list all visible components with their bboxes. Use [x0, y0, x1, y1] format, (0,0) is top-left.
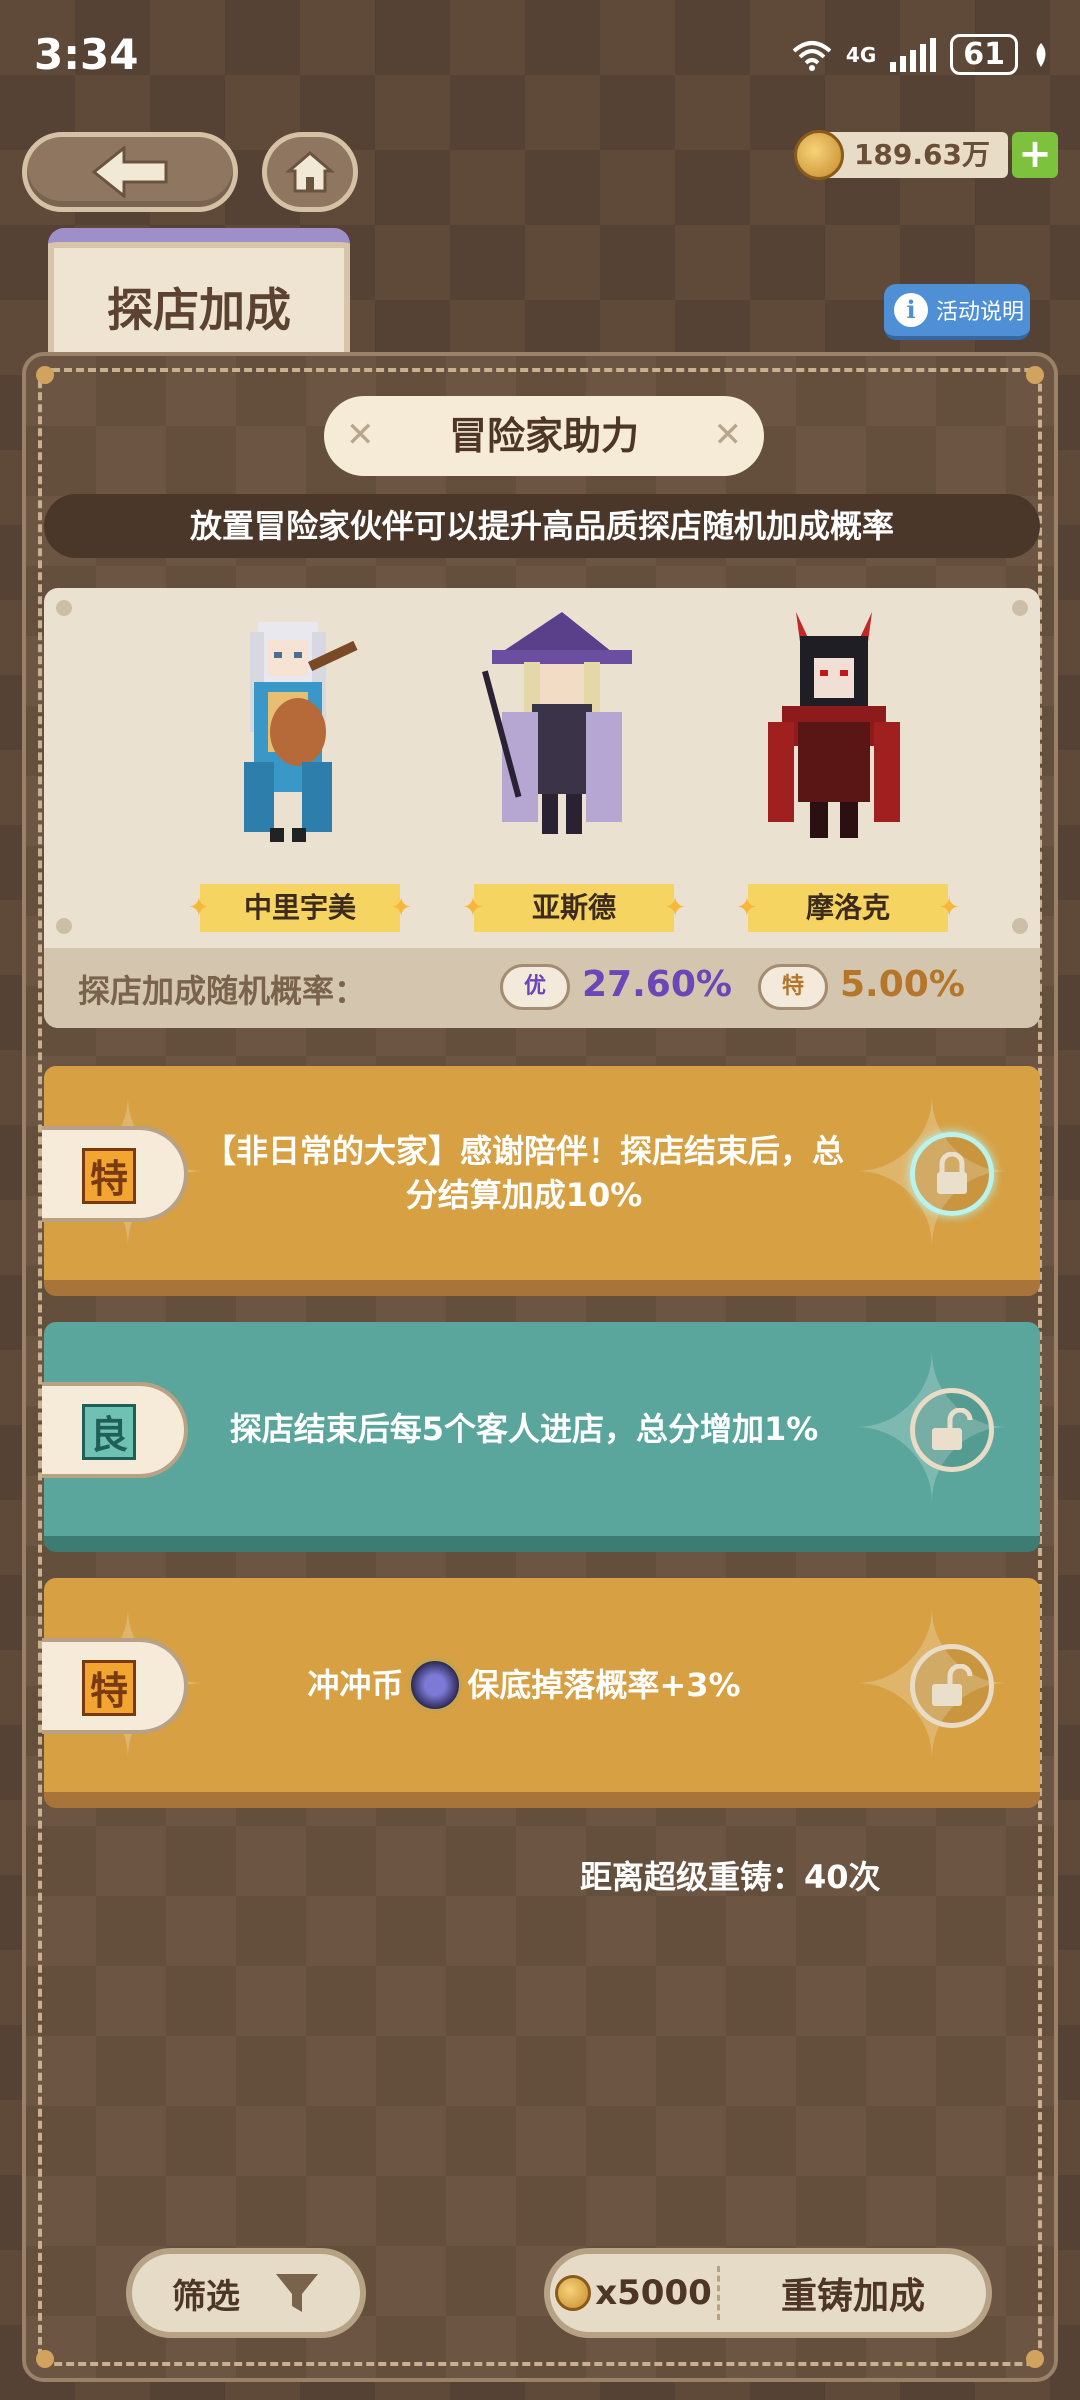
reforge-cost: x5000	[550, 2265, 720, 2321]
star-decoration-left-icon: ✕	[346, 415, 375, 455]
bonus-card: ✦ 良 探店结束后每5个客人进店，总分增加1%	[42, 1322, 1040, 1552]
corner-rivet	[1026, 2350, 1044, 2368]
section-title: 冒险家助力 ✕ ✕	[324, 396, 764, 476]
grade-special-icon: 特	[82, 1148, 136, 1204]
grade-badge-excellent: 优	[500, 964, 570, 1010]
reforge-label: 重铸加成	[780, 2276, 925, 2317]
home-icon	[285, 151, 335, 193]
status-bar: 3:34 4G 61	[0, 0, 1080, 110]
adventurer-name: 亚斯德	[462, 884, 686, 932]
section-title-text: 冒险家助力	[448, 414, 639, 458]
network-type: 4G	[845, 42, 877, 67]
probability-value-excellent: 27.60%	[582, 964, 732, 1005]
reforge-button[interactable]: x5000 重铸加成	[544, 2248, 992, 2338]
gold-coin-icon	[793, 130, 844, 180]
bonus-text-after: 保底掉落概率+3%	[467, 1666, 741, 1704]
probability-label: 探店加成随机概率：	[78, 972, 367, 1010]
back-arrow-icon	[91, 146, 168, 198]
wifi-icon	[792, 40, 832, 71]
status-time: 3:34	[34, 30, 139, 79]
grade-tag: 特	[42, 1126, 188, 1222]
lock-open-icon	[932, 1408, 973, 1450]
super-reforge-counter: 距离超级重铸：40次	[580, 1858, 881, 1896]
add-currency-button[interactable]: +	[1012, 132, 1058, 178]
adventurer-name: 摩洛克	[736, 884, 960, 932]
adventurer-slot[interactable]	[734, 612, 934, 856]
grade-tag: 特	[42, 1638, 188, 1734]
adventurer-name: 中里宇美	[188, 884, 412, 932]
back-button[interactable]	[22, 132, 238, 212]
grade-badge-special: 特	[758, 964, 828, 1010]
lock-toggle[interactable]	[910, 1644, 994, 1728]
battery-indicator: 61	[950, 34, 1018, 75]
leaf-icon	[1036, 42, 1046, 67]
home-button[interactable]	[262, 132, 358, 212]
tab-label: 探店加成	[107, 283, 291, 337]
event-info-button[interactable]: i 活动说明	[884, 284, 1030, 340]
witch-sprite-icon	[482, 612, 632, 834]
probability-value-special: 5.00%	[840, 964, 965, 1005]
star-decoration-right-icon: ✕	[713, 415, 743, 455]
corner-rivet	[36, 366, 54, 384]
grade-good-icon: 良	[82, 1404, 136, 1460]
bonus-card: ✦ ✦ 特 【非日常的大家】感谢陪伴！探店结束后，总分结算加成10%	[42, 1066, 1040, 1296]
lock-toggle[interactable]	[910, 1132, 994, 1216]
event-info-label: 活动说明	[936, 300, 1025, 325]
grade-tag: 良	[42, 1382, 188, 1478]
currency-display: 189.63万 +	[793, 130, 1058, 180]
corner-rivet	[36, 2350, 54, 2368]
bonus-text-before: 冲冲币	[307, 1666, 404, 1704]
demon-knight-sprite-icon	[768, 612, 900, 838]
adventurer-slot[interactable]	[188, 612, 388, 856]
lock-toggle[interactable]	[910, 1388, 994, 1472]
bonus-description: 【非日常的大家】感谢陪伴！探店结束后，总分结算加成10%	[204, 1132, 845, 1214]
filter-button[interactable]: 筛选	[126, 2248, 366, 2338]
filter-label: 筛选	[172, 2276, 240, 2317]
lute-bard-sprite-icon	[244, 622, 358, 842]
reforge-cost-value: x5000	[595, 2273, 712, 2313]
tab-explore-bonus[interactable]: 探店加成	[48, 228, 350, 358]
probability-row: 探店加成随机概率： 优 27.60% 特 5.00%	[44, 948, 1040, 1028]
gold-coin-icon	[555, 2275, 592, 2311]
lock-open-icon	[932, 1664, 973, 1706]
grade-special-icon: 特	[82, 1660, 136, 1716]
info-icon: i	[894, 293, 928, 327]
bonus-description: 冲冲币 保底掉落概率+3%	[204, 1578, 844, 1792]
bonus-card: ✦ ✦ 特 冲冲币 保底掉落概率+3%	[42, 1578, 1040, 1808]
funnel-icon	[276, 2274, 318, 2312]
main-panel: 冒险家助力 ✕ ✕ 放置冒险家伙伴可以提升高品质探店随机加成概率 ✦ 中里宇美 …	[22, 352, 1058, 2382]
adventurer-slots: 中里宇美 亚斯德 摩洛克	[44, 588, 1040, 948]
rush-coin-icon	[407, 1657, 464, 1713]
status-icons: 4G 61	[792, 34, 1050, 75]
subtitle-banner: 放置冒险家伙伴可以提升高品质探店随机加成概率	[44, 494, 1040, 558]
corner-rivet	[1026, 366, 1044, 384]
adventurer-slot[interactable]	[462, 612, 662, 856]
lock-closed-icon	[937, 1152, 967, 1194]
signal-icon	[890, 37, 937, 72]
bonus-description: 探店结束后每5个客人进店，总分增加1%	[229, 1410, 819, 1448]
currency-value: 189.63万	[823, 132, 1008, 178]
adventurer-card: 中里宇美 亚斯德 摩洛克 探店加成随机概率： 优 27.60% 特 5.00%	[44, 588, 1040, 1028]
